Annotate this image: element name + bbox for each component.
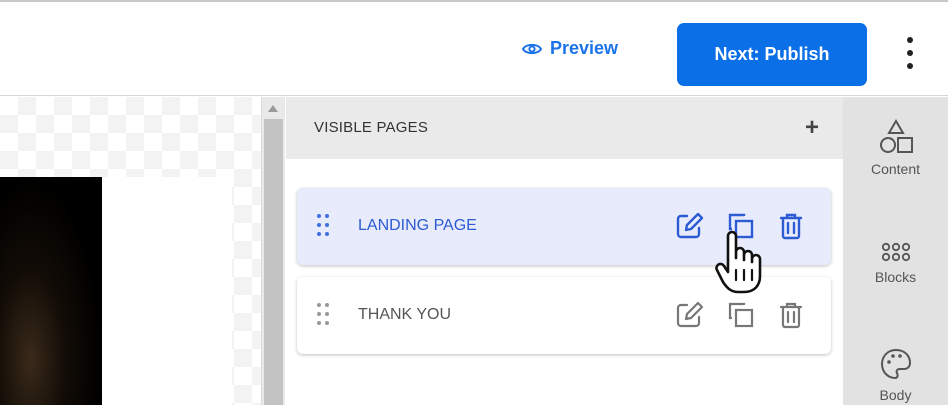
canvas-white-area xyxy=(102,177,232,405)
rail-label: Blocks xyxy=(874,269,917,285)
hand-cursor-icon xyxy=(715,230,762,294)
page-label: THANK YOU xyxy=(358,306,452,323)
pages-header: VISIBLE PAGES + xyxy=(286,97,843,159)
edit-icon[interactable] xyxy=(673,210,705,242)
palette-icon xyxy=(880,348,911,380)
rail-label: Body xyxy=(879,387,912,403)
scroll-thumb[interactable] xyxy=(264,119,283,405)
right-rail: Content Blocks Body xyxy=(843,97,948,405)
drag-handle-icon[interactable] xyxy=(317,214,331,238)
more-options-icon[interactable] xyxy=(898,35,922,71)
trash-icon[interactable] xyxy=(775,299,807,331)
eye-icon xyxy=(522,43,542,54)
next-publish-button[interactable]: Next: Publish xyxy=(677,23,867,86)
drag-handle-icon[interactable] xyxy=(317,303,331,327)
preview-button[interactable]: Preview xyxy=(522,38,618,59)
rail-item-content[interactable]: Content xyxy=(843,119,948,177)
preview-label: Preview xyxy=(550,38,619,58)
canvas-scrollbar[interactable] xyxy=(261,97,285,405)
shapes-icon xyxy=(879,119,913,153)
trash-icon[interactable] xyxy=(775,210,807,242)
page-label: LANDING PAGE xyxy=(358,217,477,234)
rail-item-blocks[interactable]: Blocks xyxy=(843,241,948,285)
page-canvas xyxy=(0,97,263,405)
duplicate-icon[interactable] xyxy=(725,299,757,331)
scroll-up-icon[interactable] xyxy=(268,105,278,112)
pages-title: VISIBLE PAGES xyxy=(314,119,429,136)
rail-item-body[interactable]: Body xyxy=(843,347,948,403)
edit-icon[interactable] xyxy=(673,299,705,331)
rail-label: Content xyxy=(870,161,921,177)
top-toolbar: Preview Next: Publish xyxy=(0,0,948,96)
grid-dots-icon xyxy=(881,242,910,262)
plus-icon[interactable]: + xyxy=(805,116,819,140)
hero-image xyxy=(0,177,102,405)
